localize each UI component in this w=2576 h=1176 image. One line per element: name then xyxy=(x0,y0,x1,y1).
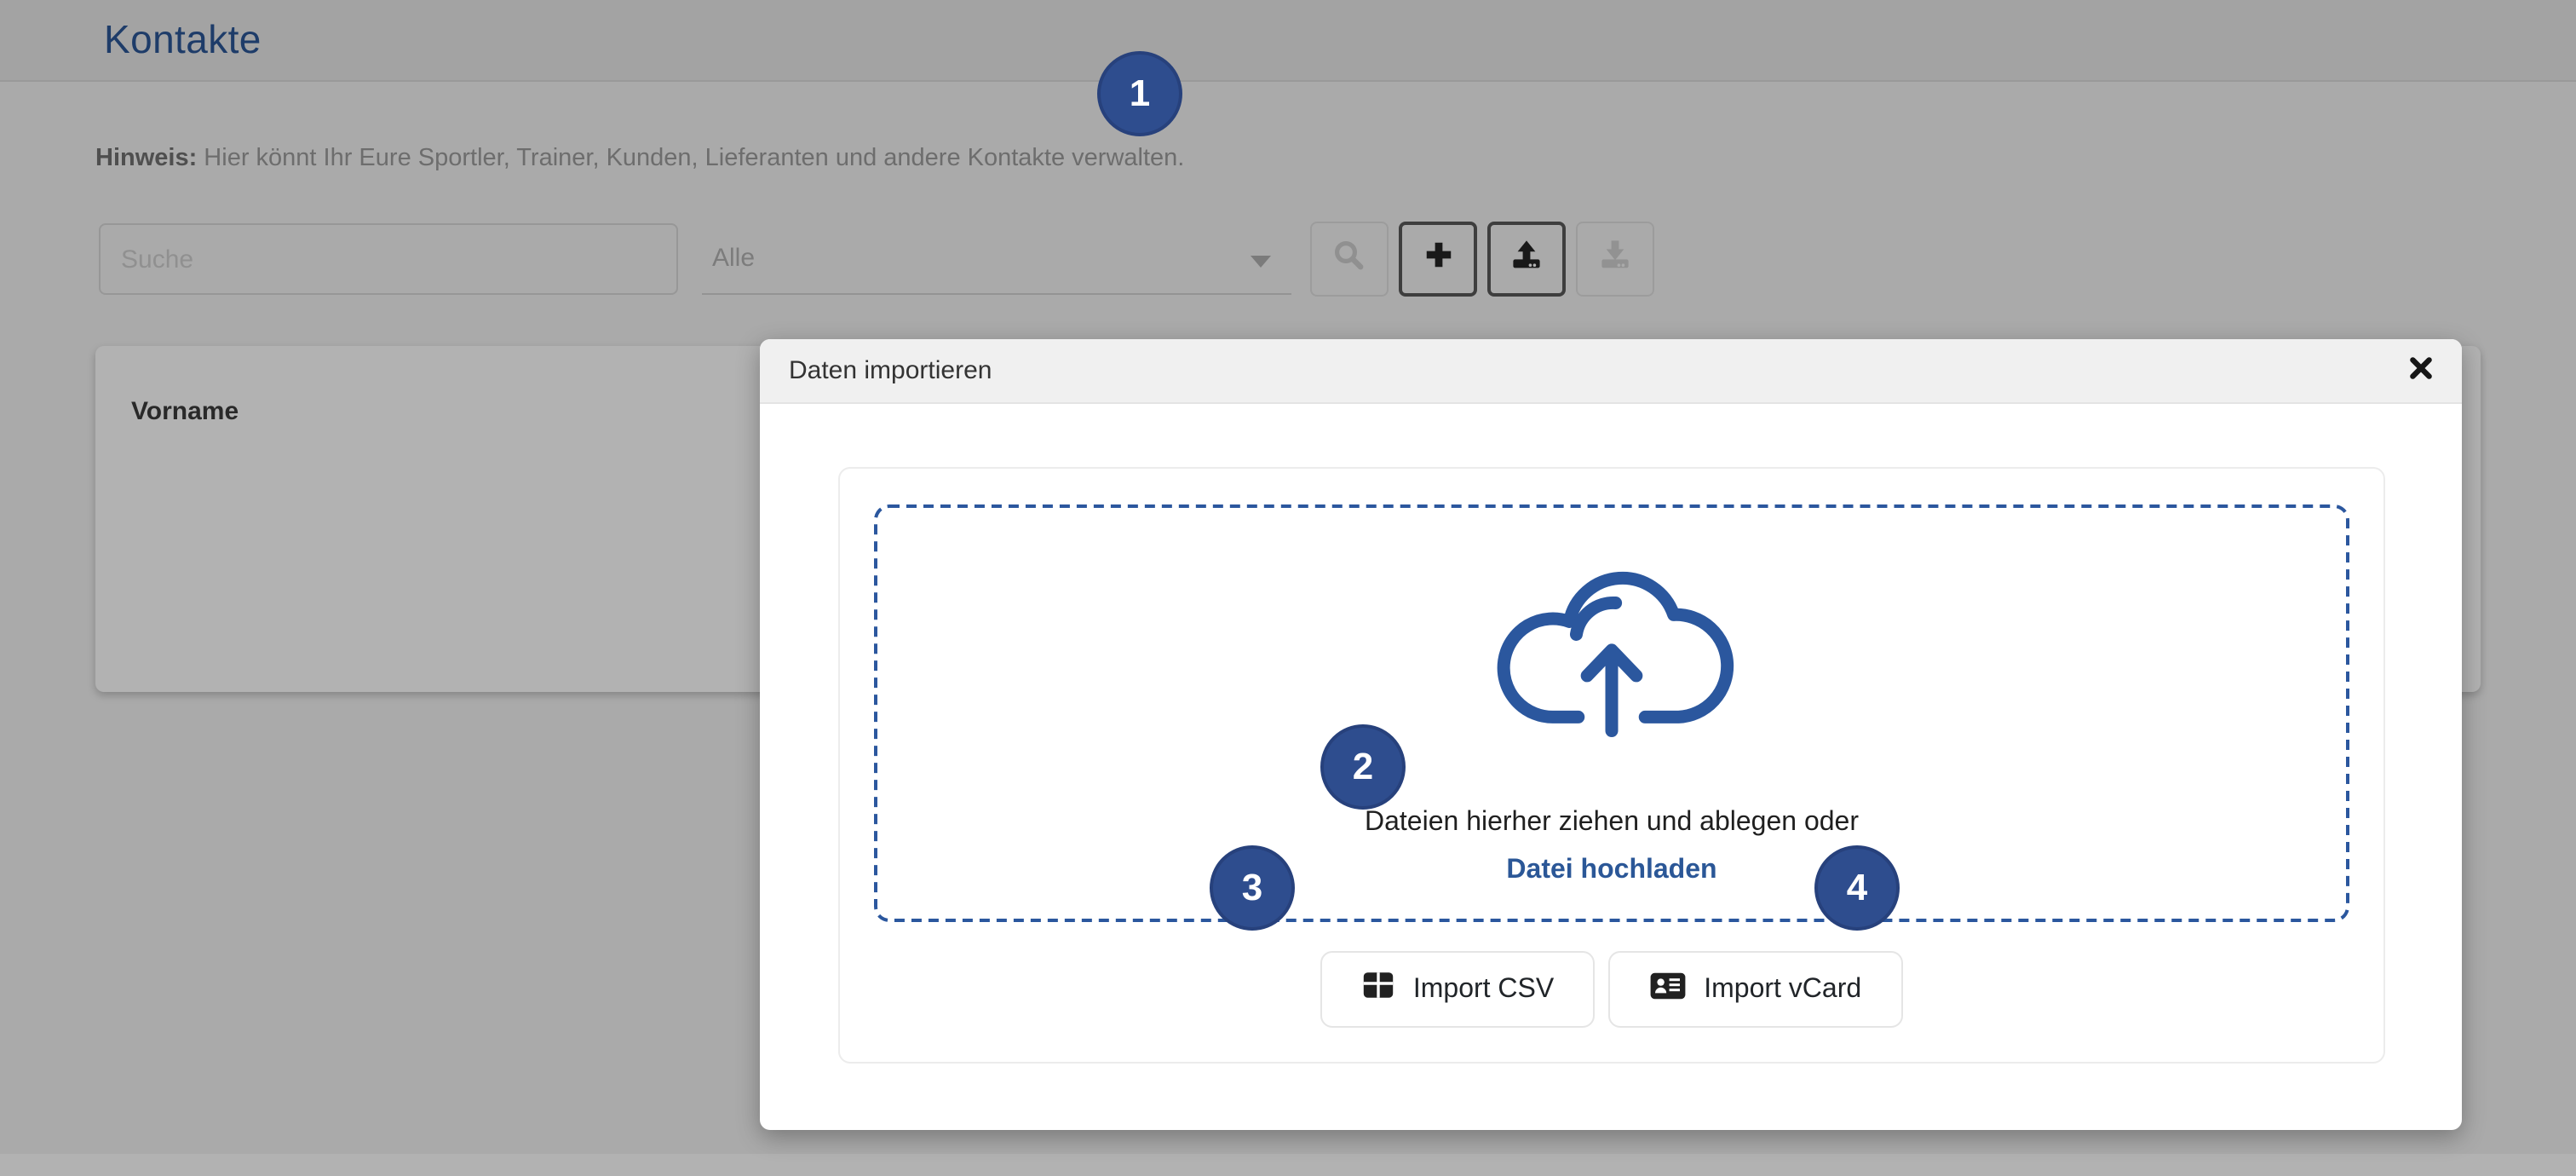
file-dropzone[interactable]: Dateien hierher ziehen und ablegen oder … xyxy=(874,504,2349,922)
import-vcard-label: Import vCard xyxy=(1704,974,1861,1005)
import-modal: Daten importieren Dateien hi xyxy=(760,339,2462,1130)
import-csv-button[interactable]: Import CSV xyxy=(1321,951,1595,1028)
import-csv-label: Import CSV xyxy=(1413,974,1554,1005)
table-icon xyxy=(1362,968,1396,1011)
address-card-icon xyxy=(1649,969,1687,1010)
import-card: Dateien hierher ziehen und ablegen oder … xyxy=(838,467,2385,1064)
close-button[interactable] xyxy=(2407,358,2435,385)
upload-file-link[interactable]: Datei hochladen xyxy=(877,856,2346,886)
times-icon xyxy=(2409,355,2433,388)
annotation-badge-1[interactable]: 1 xyxy=(1097,51,1182,136)
annotation-badge-3[interactable]: 3 xyxy=(1210,845,1295,931)
annotation-badge-4[interactable]: 4 xyxy=(1814,845,1900,931)
dropzone-instruction: Dateien hierher ziehen und ablegen oder xyxy=(877,808,2346,839)
screen: Kontakte Hinweis: Hier könnt Ihr Eure Sp… xyxy=(0,0,2576,1176)
cloud-upload-icon xyxy=(1484,545,1739,752)
import-vcard-button[interactable]: Import vCard xyxy=(1608,951,1902,1028)
import-actions: Import CSV Import vCard xyxy=(840,951,2383,1028)
annotation-badge-2[interactable]: 2 xyxy=(1320,724,1406,810)
modal-header: Daten importieren xyxy=(760,339,2462,404)
modal-title: Daten importieren xyxy=(789,339,992,404)
